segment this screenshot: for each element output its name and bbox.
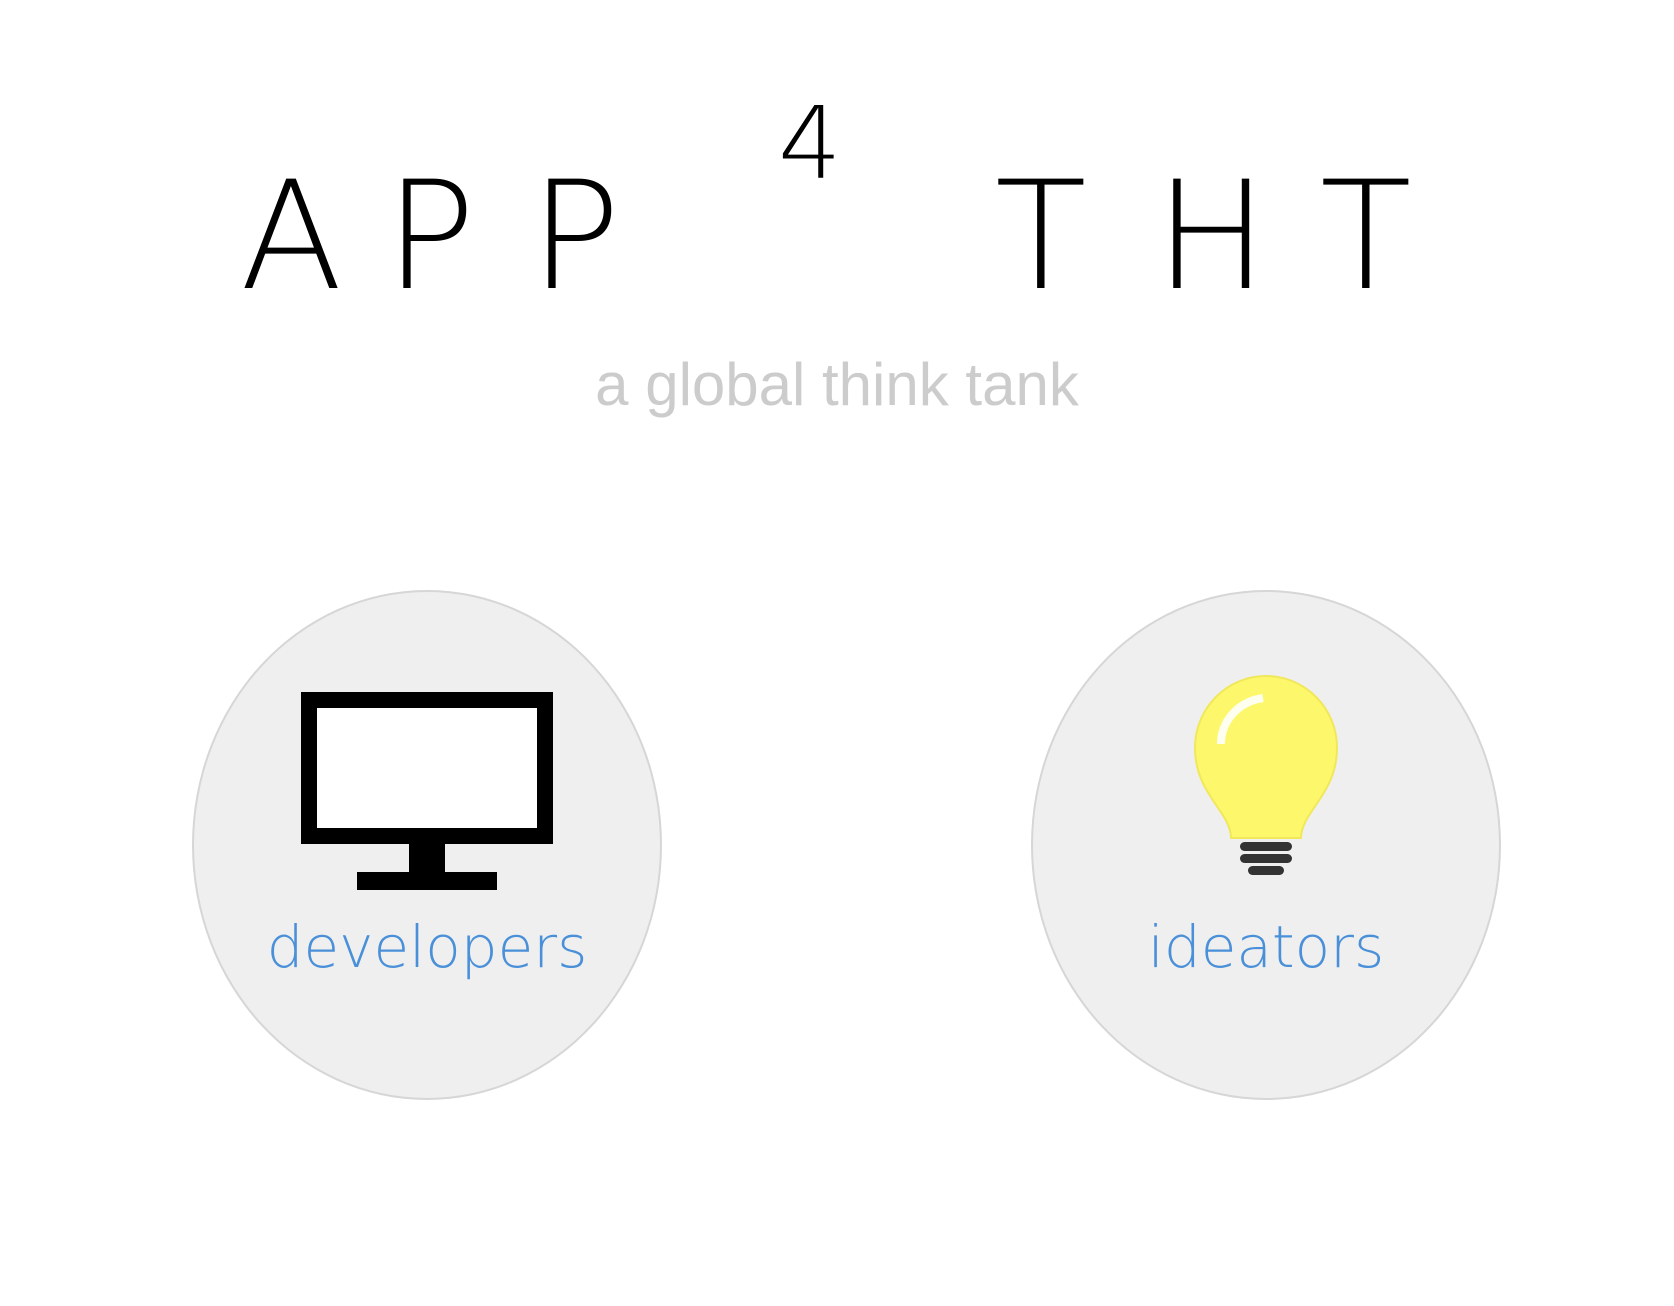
- logo-letter: P: [530, 150, 621, 324]
- logo-letter: P: [385, 150, 476, 324]
- app-logo: A P P 4 T H T: [0, 0, 1674, 320]
- monitor-icon: [301, 692, 553, 890]
- ideators-label: ideators: [1147, 913, 1385, 981]
- lightbulb-icon: [1193, 674, 1339, 875]
- logo-letter: T: [1320, 150, 1412, 324]
- logo-superscript: 4: [778, 85, 842, 202]
- logo-letter: H: [1155, 150, 1268, 324]
- developers-label: developers: [266, 913, 588, 981]
- logo-letter: A: [240, 150, 343, 324]
- ideators-button[interactable]: ideators: [1031, 590, 1501, 1100]
- tagline: a global think tank: [595, 351, 1079, 418]
- logo-letter: T: [995, 150, 1087, 324]
- developers-button[interactable]: developers: [192, 590, 662, 1100]
